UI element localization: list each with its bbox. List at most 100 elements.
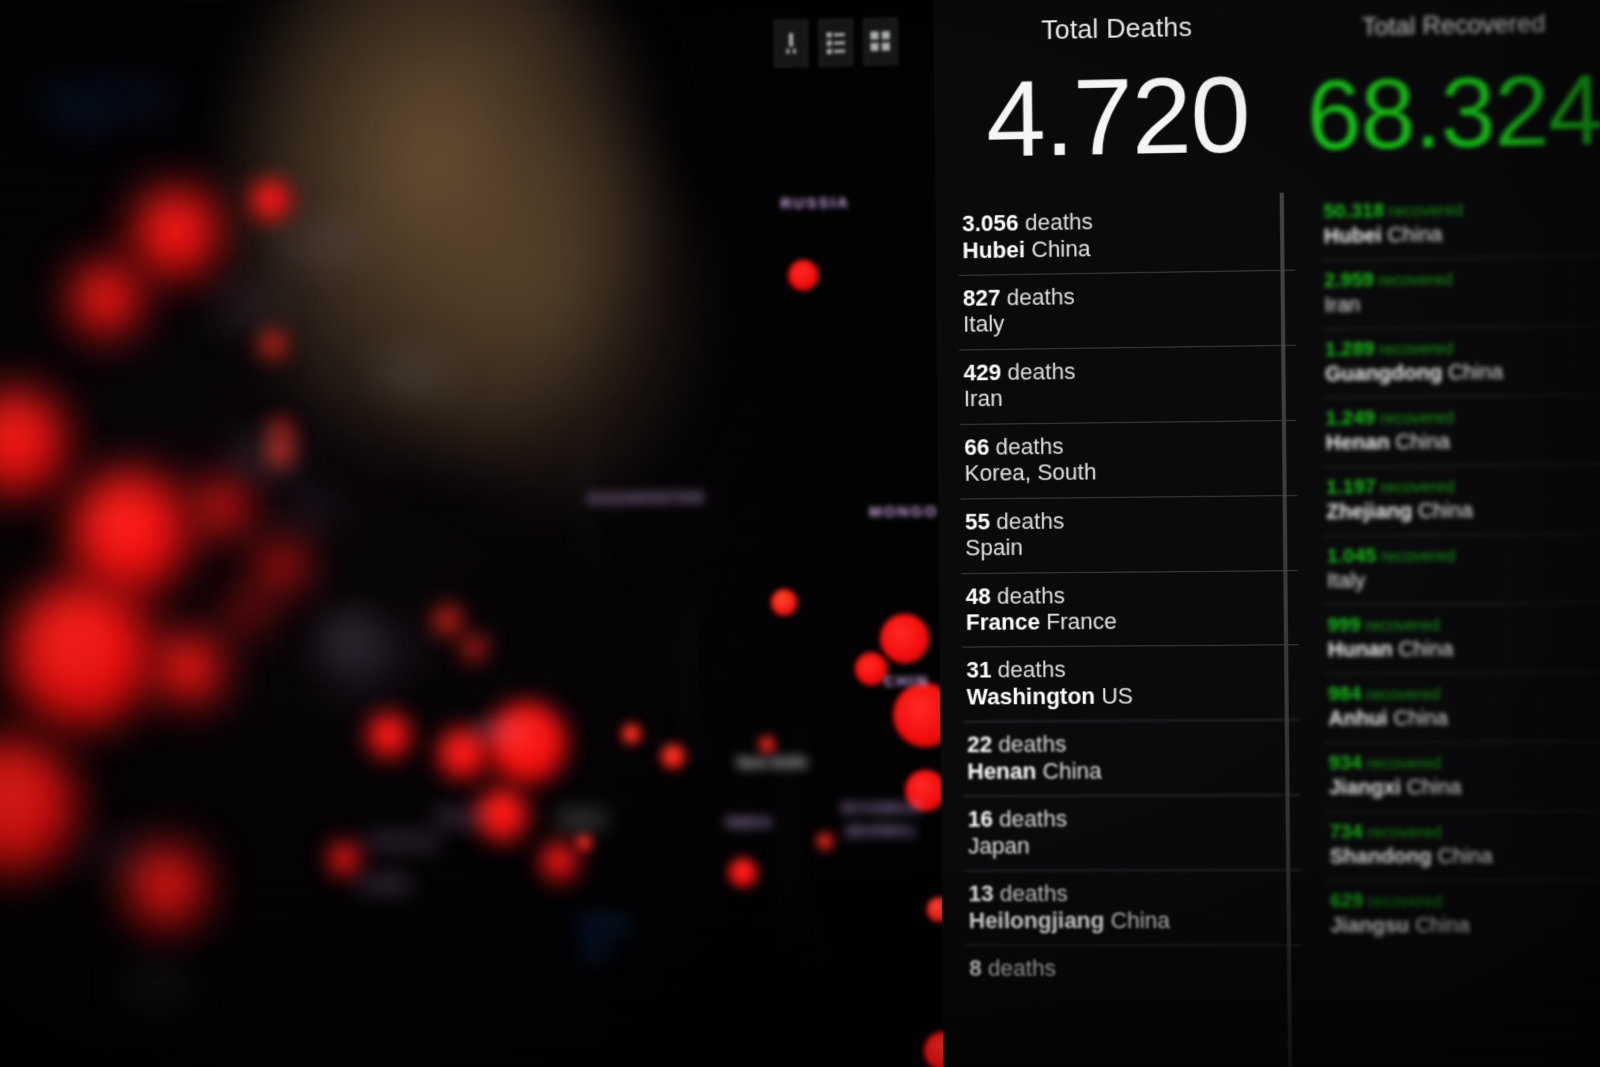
total-recovered-title: Total Recovered	[1301, 8, 1600, 44]
map-case-marker[interactable]	[70, 470, 189, 593]
stat-location-line: Washington US	[967, 682, 1300, 711]
stat-unit: recovered	[1363, 894, 1442, 912]
location-stat-row[interactable]: 16 deaths Japan	[963, 795, 1300, 871]
stat-count: 1.249	[1325, 407, 1375, 430]
map-case-marker[interactable]	[132, 187, 220, 278]
map-country-label: MYANMAR	[842, 800, 922, 816]
stat-count-line: 16 deaths	[968, 805, 1301, 833]
stat-unit: deaths	[993, 881, 1067, 907]
location-stat-row[interactable]: 2.959 recovered Iran	[1320, 255, 1600, 329]
stat-count-line: 1.197 recovered	[1326, 474, 1600, 500]
stat-location-line: Jiangsu China	[1330, 914, 1600, 939]
map-case-marker[interactable]	[771, 589, 798, 616]
stat-province: Guangdong	[1325, 362, 1442, 387]
location-stat-row[interactable]: 1.289 recovered Guangdong China	[1321, 325, 1600, 398]
stat-count: 66	[964, 434, 989, 460]
stat-province: Washington	[967, 683, 1096, 710]
map-case-marker[interactable]	[9, 580, 152, 727]
map-case-marker[interactable]	[576, 835, 592, 851]
location-stat-row[interactable]: 827 deaths Italy	[959, 270, 1296, 350]
stat-count: 1.045	[1327, 546, 1377, 568]
location-stat-row[interactable]: 1.249 recovered Henan China	[1321, 394, 1600, 467]
world-map[interactable]: RUSSIA MONGO CHIN KAZAKHSTAN INDIA MYANMAR (BU…	[0, 0, 952, 1067]
map-case-marker[interactable]	[0, 739, 76, 873]
recovered-by-location-list[interactable]: 50.318 recovered Hubei China 2.959 recover…	[1303, 187, 1600, 949]
location-stat-row[interactable]: 999 recovered Hunan China	[1323, 602, 1600, 673]
location-stat-row[interactable]: 8 deaths	[965, 945, 1302, 993]
stat-unit: deaths	[992, 731, 1066, 757]
map-case-marker[interactable]	[367, 713, 411, 758]
grid-view-icon[interactable]	[863, 17, 898, 65]
map-country-label: SUDAN	[128, 976, 186, 992]
map-case-marker[interactable]	[155, 633, 223, 703]
stat-location-line: Korea, South	[964, 457, 1297, 488]
map-city-label: New Delhi	[737, 754, 808, 771]
location-stat-row[interactable]: 50.318 recovered Hubei China	[1319, 187, 1600, 260]
location-stat-row[interactable]: 734 recovered Shandong China	[1325, 810, 1600, 880]
map-country-label: (BURMA)	[845, 823, 915, 839]
location-stat-row[interactable]: 31 deaths Washington US	[962, 645, 1299, 722]
location-stat-row[interactable]: 22 deaths Henan China	[963, 720, 1300, 796]
map-case-marker[interactable]	[487, 702, 568, 784]
stat-count: 8	[969, 955, 982, 981]
map-case-marker[interactable]	[817, 833, 833, 850]
map-case-marker[interactable]	[729, 858, 758, 887]
list-view-icon[interactable]	[818, 18, 853, 66]
location-stat-row[interactable]: 55 deaths Spain	[961, 495, 1298, 573]
map-case-marker[interactable]	[435, 607, 461, 634]
map-case-marker[interactable]	[788, 260, 819, 291]
marker-view-icon[interactable]	[774, 19, 809, 67]
map-view-toolbar[interactable]	[774, 17, 899, 67]
map-case-marker[interactable]	[196, 481, 248, 534]
stat-province: Heilongjiang	[969, 907, 1105, 933]
stat-country: China	[1036, 758, 1102, 784]
stat-country: China	[1409, 915, 1470, 938]
location-stat-row[interactable]: 66 deaths Korea, South	[960, 420, 1297, 499]
location-stat-row[interactable]: 984 recovered Anhui China	[1324, 672, 1600, 743]
location-stat-row[interactable]: 48 deaths France France	[961, 570, 1298, 647]
stat-province: Hunan	[1328, 639, 1393, 662]
stat-location-line: Guangdong China	[1325, 358, 1600, 387]
map-city-label: Riyadh	[559, 811, 604, 827]
stat-country: China	[1432, 845, 1493, 868]
stat-count: 55	[965, 508, 990, 534]
stat-province: Zhejiang	[1326, 500, 1412, 524]
stat-country: Iran	[964, 385, 1003, 411]
location-stat-row[interactable]: 934 recovered Jiangxi China	[1324, 741, 1600, 811]
map-case-marker[interactable]	[260, 543, 304, 588]
map-city-label: Moscow	[383, 364, 444, 382]
map-case-marker[interactable]	[880, 614, 929, 664]
location-stat-row[interactable]: 3.056 deaths Hubei China	[958, 196, 1295, 275]
map-sea-label: Sea	[583, 943, 608, 958]
stat-province: Hubei	[1324, 224, 1382, 248]
stat-unit: deaths	[989, 433, 1063, 460]
map-case-marker[interactable]	[0, 388, 66, 495]
stat-count: 2.959	[1324, 269, 1374, 292]
location-stat-row[interactable]: 1.197 recovered Zhejiang China	[1322, 463, 1600, 535]
map-case-marker[interactable]	[661, 744, 685, 769]
location-stat-row[interactable]: 429 deaths Iran	[959, 345, 1296, 424]
map-case-marker[interactable]	[232, 595, 264, 628]
map-case-marker[interactable]	[271, 420, 291, 441]
location-stat-row[interactable]: 629 recovered Jiangsu China	[1326, 880, 1600, 949]
stat-count-line: 1.249 recovered	[1325, 405, 1600, 432]
stat-unit: recovered	[1376, 479, 1455, 498]
map-country-label: INDIA	[725, 814, 773, 831]
map-country-label: OMAN	[436, 810, 483, 825]
location-stat-row[interactable]: 1.045 recovered Italy	[1322, 533, 1600, 605]
stat-location-line: Italy	[963, 307, 1296, 339]
map-country-label: EGYPT	[87, 846, 143, 862]
stat-location-line: Jiangxi China	[1329, 775, 1600, 801]
map-case-marker[interactable]	[541, 843, 578, 880]
map-case-marker[interactable]	[328, 843, 360, 876]
map-case-marker[interactable]	[463, 637, 485, 660]
stat-count: 827	[963, 285, 1001, 311]
map-case-marker[interactable]	[476, 788, 529, 841]
stat-location-line: Shandong China	[1330, 844, 1600, 870]
map-case-marker[interactable]	[759, 737, 775, 754]
map-case-marker[interactable]	[621, 724, 641, 745]
location-stat-row[interactable]: 13 deaths Heilongjiang China	[964, 870, 1301, 945]
stat-province: Hubei	[962, 236, 1025, 263]
map-case-marker[interactable]	[70, 261, 141, 335]
deaths-by-location-list[interactable]: 3.056 deaths Hubei China 827 deaths Italy 42…	[944, 196, 1302, 993]
